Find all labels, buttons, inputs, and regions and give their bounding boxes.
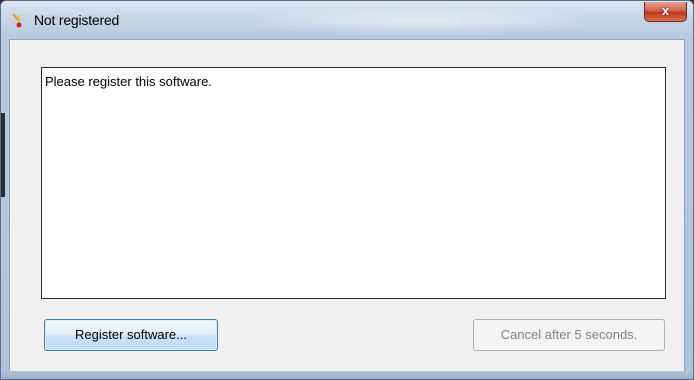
cancel-countdown-button: Cancel after 5 seconds. [473,319,665,351]
register-software-button[interactable]: Register software... [44,319,218,351]
dialog-content: Please register this software. Register … [9,39,685,373]
close-button[interactable]: x [644,2,687,22]
dialog-window: Not registered x Please register this so… [0,0,694,380]
message-text-area[interactable]: Please register this software. [41,67,666,299]
background-edge [1,113,5,197]
window-frame-bottom [1,371,693,379]
close-icon: x [661,3,670,18]
window-title: Not registered [34,12,120,28]
title-bar[interactable]: Not registered x [1,1,693,39]
message-text: Please register this software. [45,74,212,89]
title-glare [231,7,611,35]
app-icon [12,13,22,28]
